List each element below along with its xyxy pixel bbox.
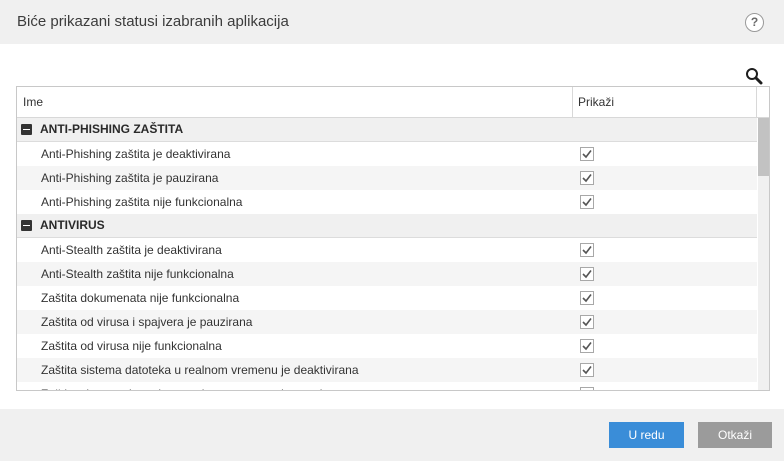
row-label: Zaštita dokumenata nije funkcionalna <box>41 291 240 305</box>
table-row[interactable]: Zaštita od virusa i spajvera je pauziran… <box>17 310 757 334</box>
vertical-scrollbar[interactable] <box>758 118 769 390</box>
check-icon <box>582 246 592 255</box>
show-checkbox[interactable] <box>580 315 594 329</box>
group-row-antivirus[interactable]: ANTIVIRUS <box>17 214 757 238</box>
table-row[interactable]: Anti-Phishing zaštita nije funkcionalna <box>17 190 757 214</box>
help-button[interactable]: ? <box>745 13 764 32</box>
collapse-minus-icon[interactable] <box>21 220 32 231</box>
search-icon <box>746 68 763 85</box>
row-label: Zaštita sistema datoteka u realnom vreme… <box>41 363 359 377</box>
row-label: Zaštita sistema datoteka u realnom vreme… <box>41 382 347 390</box>
check-icon <box>582 174 592 183</box>
group-row-anti-phishing[interactable]: ANTI-PHISHING ZAŠTITA <box>17 118 757 142</box>
row-label: Anti-Phishing zaštita je deaktivirana <box>41 147 231 161</box>
ok-button[interactable]: U redu <box>609 422 684 448</box>
check-icon <box>582 366 592 375</box>
title-bar: Biće prikazani statusi izabranih aplikac… <box>0 0 784 44</box>
row-label: Anti-Stealth zaštita je deaktivirana <box>41 243 222 257</box>
collapse-minus-icon[interactable] <box>21 124 32 135</box>
show-checkbox[interactable] <box>580 243 594 257</box>
show-checkbox[interactable] <box>580 339 594 353</box>
table-row[interactable]: Zaštita sistema datoteka u realnom vreme… <box>17 358 757 382</box>
show-checkbox[interactable] <box>580 291 594 305</box>
check-icon <box>582 389 592 390</box>
column-divider[interactable] <box>756 87 757 117</box>
help-icon: ? <box>750 15 759 29</box>
row-label: Anti-Phishing zaštita je pauzirana <box>41 171 219 185</box>
row-label: Anti-Stealth zaštita nije funkcionalna <box>41 267 234 281</box>
check-icon <box>582 318 592 327</box>
table-row[interactable]: Zaštita dokumenata nije funkcionalna <box>17 286 757 310</box>
check-icon <box>582 150 592 159</box>
group-label: ANTIVIRUS <box>40 218 105 232</box>
check-icon <box>582 270 592 279</box>
show-checkbox[interactable] <box>580 267 594 281</box>
row-label: Zaštita od virusa nije funkcionalna <box>41 339 222 353</box>
table-row[interactable]: Anti-Stealth zaštita nije funkcionalna <box>17 262 757 286</box>
row-label: Anti-Phishing zaštita nije funkcionalna <box>41 195 243 209</box>
table-row[interactable]: Zaštita sistema datoteka u realnom vreme… <box>17 382 757 390</box>
column-header-name[interactable]: Ime <box>23 87 43 117</box>
table-body: ANTI-PHISHING ZAŠTITA Anti-Phishing zašt… <box>17 118 757 390</box>
group-label: ANTI-PHISHING ZAŠTITA <box>40 122 184 136</box>
row-label: Zaštita od virusa i spajvera je pauziran… <box>41 315 253 329</box>
dialog-footer: U redu Otkaži <box>0 409 784 461</box>
cancel-button[interactable]: Otkaži <box>698 422 772 448</box>
show-checkbox[interactable] <box>580 195 594 209</box>
table-row[interactable]: Anti-Phishing zaštita je pauzirana <box>17 166 757 190</box>
check-icon <box>582 294 592 303</box>
check-icon <box>582 198 592 207</box>
show-checkbox[interactable] <box>580 171 594 185</box>
table-row[interactable]: Anti-Stealth zaštita je deaktivirana <box>17 238 757 262</box>
table-row[interactable]: Anti-Phishing zaštita je deaktivirana <box>17 142 757 166</box>
table-header: Ime Prikaži <box>17 87 769 118</box>
search-button[interactable] <box>744 66 764 86</box>
show-checkbox[interactable] <box>580 363 594 377</box>
check-icon <box>582 342 592 351</box>
show-checkbox[interactable] <box>580 387 594 390</box>
dialog-title: Biće prikazani statusi izabranih aplikac… <box>17 13 289 30</box>
show-checkbox[interactable] <box>580 147 594 161</box>
scrollbar-thumb[interactable] <box>758 118 769 176</box>
column-divider[interactable] <box>572 87 573 117</box>
app-status-table: Ime Prikaži ANTI-PHISHING ZAŠTITA Anti-P… <box>16 86 770 391</box>
table-row[interactable]: Zaštita od virusa nije funkcionalna <box>17 334 757 358</box>
column-header-show[interactable]: Prikaži <box>578 87 614 117</box>
